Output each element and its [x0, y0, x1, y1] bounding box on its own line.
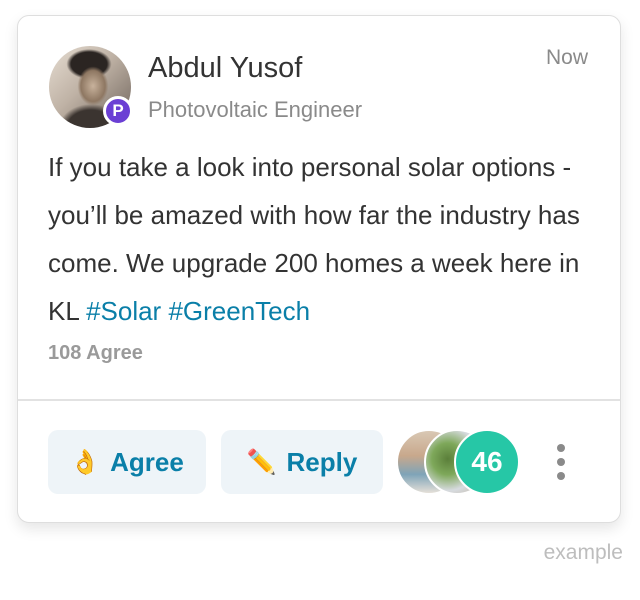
- more-options-icon[interactable]: [556, 444, 566, 482]
- post-timestamp: Now: [545, 46, 588, 69]
- reply-button-label: Reply: [286, 446, 358, 477]
- author-title: Photovoltaic Engineer: [148, 97, 363, 122]
- agree-count[interactable]: 108 Agree: [48, 342, 143, 365]
- hashtag-greentech[interactable]: #GreenTech: [168, 296, 310, 326]
- post-card: P Abdul Yusof Photovoltaic Engineer Now …: [17, 15, 621, 523]
- reply-button[interactable]: ✏️ Reply: [221, 430, 383, 494]
- example-caption: example: [543, 541, 623, 564]
- author-name[interactable]: Abdul Yusof: [148, 52, 302, 85]
- premium-badge: P: [103, 96, 133, 126]
- hashtag-solar[interactable]: #Solar: [86, 296, 161, 326]
- divider: [18, 399, 620, 401]
- agree-button-label: Agree: [110, 446, 184, 477]
- participants-avatars[interactable]: 46: [396, 429, 524, 495]
- participants-count-bubble: 46: [454, 429, 520, 495]
- post-body: If you take a look into personal solar o…: [48, 143, 600, 335]
- ok-hand-icon: 👌: [70, 448, 101, 476]
- pencil-icon: ✏️: [246, 448, 277, 476]
- agree-button[interactable]: 👌 Agree: [48, 430, 206, 494]
